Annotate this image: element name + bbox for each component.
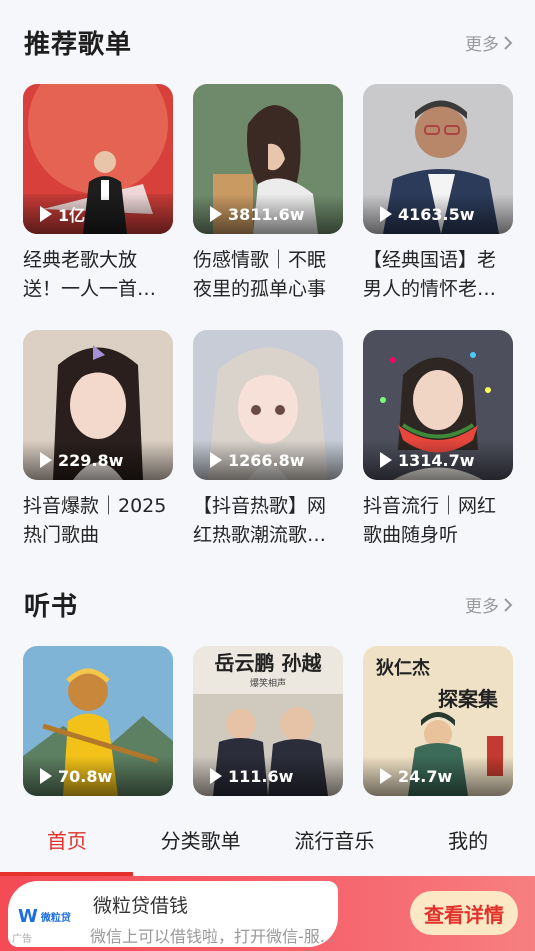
cover-subtitle-text: 探案集	[438, 687, 499, 711]
playlist-cover[interactable]: 1亿	[23, 84, 173, 234]
playlist-cover[interactable]: 3811.6w	[193, 84, 343, 234]
play-count-overlay: 3811.6w	[193, 194, 343, 234]
more-label: 更多	[465, 35, 499, 55]
playlist-card[interactable]: 1亿 经典老歌大放送！一人一首…	[23, 84, 173, 304]
playlist-grid: 1亿 经典老歌大放送！一人一首… 3811.6w 伤感情歌｜不眠夜里的孤单心事	[23, 84, 513, 550]
playlist-title[interactable]: 经典老歌大放送！一人一首…	[23, 246, 173, 304]
playlist-card[interactable]: 1266.8w 【抖音热歌】网红热歌潮流歌…	[193, 330, 343, 550]
play-icon	[380, 768, 392, 784]
ad-title: 微粒贷借钱	[93, 895, 189, 917]
audiobook-cover[interactable]: 70.8w	[23, 646, 173, 796]
more-label: 更多	[465, 597, 499, 617]
audiobook-card[interactable]: 岳云鹏 孙越 爆笑相声 111.6w	[193, 646, 343, 796]
tab-category-playlists[interactable]: 分类歌单	[134, 825, 268, 854]
tab-mine[interactable]: 我的	[401, 825, 535, 854]
playlist-title[interactable]: 抖音流行｜网红歌曲随身听	[363, 492, 513, 550]
ad-banner[interactable]: W 微粒贷 广告 微粒贷借钱 微信上可以借钱啦，打开微信-服… 查看详情	[0, 876, 535, 951]
audiobook-section-header: 听书 更多	[24, 586, 513, 623]
ad-content-card[interactable]: W 微粒贷 广告 微粒贷借钱 微信上可以借钱啦，打开微信-服…	[8, 881, 338, 947]
play-count-overlay: 111.6w	[193, 756, 343, 796]
playlist-cover[interactable]: 229.8w	[23, 330, 173, 480]
play-count: 4163.5w	[398, 204, 475, 224]
play-icon	[380, 452, 392, 468]
playlist-cover[interactable]: 4163.5w	[363, 84, 513, 234]
play-icon	[40, 452, 52, 468]
play-icon	[380, 206, 392, 222]
play-count: 229.8w	[58, 450, 124, 470]
audiobook-more-link[interactable]: 更多	[465, 592, 513, 617]
play-count: 1266.8w	[228, 450, 305, 470]
tab-home[interactable]: 首页	[0, 825, 134, 854]
play-count: 1314.7w	[398, 450, 475, 470]
playlist-more-link[interactable]: 更多	[465, 30, 513, 55]
play-count-overlay: 4163.5w	[363, 194, 513, 234]
audiobook-card[interactable]: 狄仁杰 探案集 24.7w	[363, 646, 513, 796]
play-count: 24.7w	[398, 766, 453, 786]
ad-logo: W 微粒贷	[18, 906, 71, 927]
chevron-right-icon	[504, 35, 513, 50]
play-icon	[210, 206, 222, 222]
playlist-card[interactable]: 4163.5w 【经典国语】老男人的情怀老…	[363, 84, 513, 304]
audiobook-section-title: 听书	[24, 592, 79, 622]
playlist-title[interactable]: 【抖音热歌】网红热歌潮流歌…	[193, 492, 343, 550]
playlist-title[interactable]: 【经典国语】老男人的情怀老…	[363, 246, 513, 304]
playlist-section-title: 推荐歌单	[24, 30, 133, 60]
playlist-card[interactable]: 1314.7w 抖音流行｜网红歌曲随身听	[363, 330, 513, 550]
audiobook-cover[interactable]: 狄仁杰 探案集 24.7w	[363, 646, 513, 796]
ad-tag: 广告	[12, 934, 32, 945]
view-details-button[interactable]: 查看详情	[410, 891, 518, 935]
weilidai-logo-icon: W	[18, 906, 38, 927]
play-count-overlay: 70.8w	[23, 756, 173, 796]
audiobook-cover[interactable]: 岳云鹏 孙越 爆笑相声 111.6w	[193, 646, 343, 796]
playlist-section-header: 推荐歌单 更多	[24, 24, 513, 61]
playlist-card[interactable]: 229.8w 抖音爆款｜2025热门歌曲	[23, 330, 173, 550]
play-icon	[40, 768, 52, 784]
cover-title-text: 岳云鹏 孙越	[215, 651, 323, 675]
bottom-tab-bar: 首页 分类歌单 流行音乐 我的	[0, 808, 535, 870]
play-icon	[210, 452, 222, 468]
audiobook-card[interactable]: 70.8w	[23, 646, 173, 796]
cover-subtitle-text: 爆笑相声	[250, 677, 286, 689]
play-count: 3811.6w	[228, 204, 305, 224]
play-count-overlay: 1314.7w	[363, 440, 513, 480]
playlist-title[interactable]: 伤感情歌｜不眠夜里的孤单心事	[193, 246, 343, 304]
play-count: 111.6w	[228, 766, 294, 786]
play-count-overlay: 24.7w	[363, 756, 513, 796]
tab-pop-music[interactable]: 流行音乐	[268, 825, 402, 854]
play-count-overlay: 1266.8w	[193, 440, 343, 480]
chevron-right-icon	[504, 597, 513, 612]
ad-logo-name: 微粒贷	[40, 913, 71, 924]
play-count-overlay: 229.8w	[23, 440, 173, 480]
cover-title-text: 狄仁杰	[375, 657, 430, 679]
ad-subtitle: 微信上可以借钱啦，打开微信-服…	[90, 927, 336, 946]
playlist-cover[interactable]: 1266.8w	[193, 330, 343, 480]
play-count: 1亿	[58, 206, 86, 225]
audiobook-grid: 70.8w 岳云鹏 孙越 爆笑相声 111.6w 狄仁杰 探案集 24.7w	[23, 646, 513, 796]
playlist-cover[interactable]: 1314.7w	[363, 330, 513, 480]
play-count-overlay: 1亿	[23, 194, 173, 234]
playlist-card[interactable]: 3811.6w 伤感情歌｜不眠夜里的孤单心事	[193, 84, 343, 304]
playlist-title[interactable]: 抖音爆款｜2025热门歌曲	[23, 492, 173, 550]
play-icon	[40, 206, 52, 222]
play-icon	[210, 768, 222, 784]
play-count: 70.8w	[58, 766, 113, 786]
